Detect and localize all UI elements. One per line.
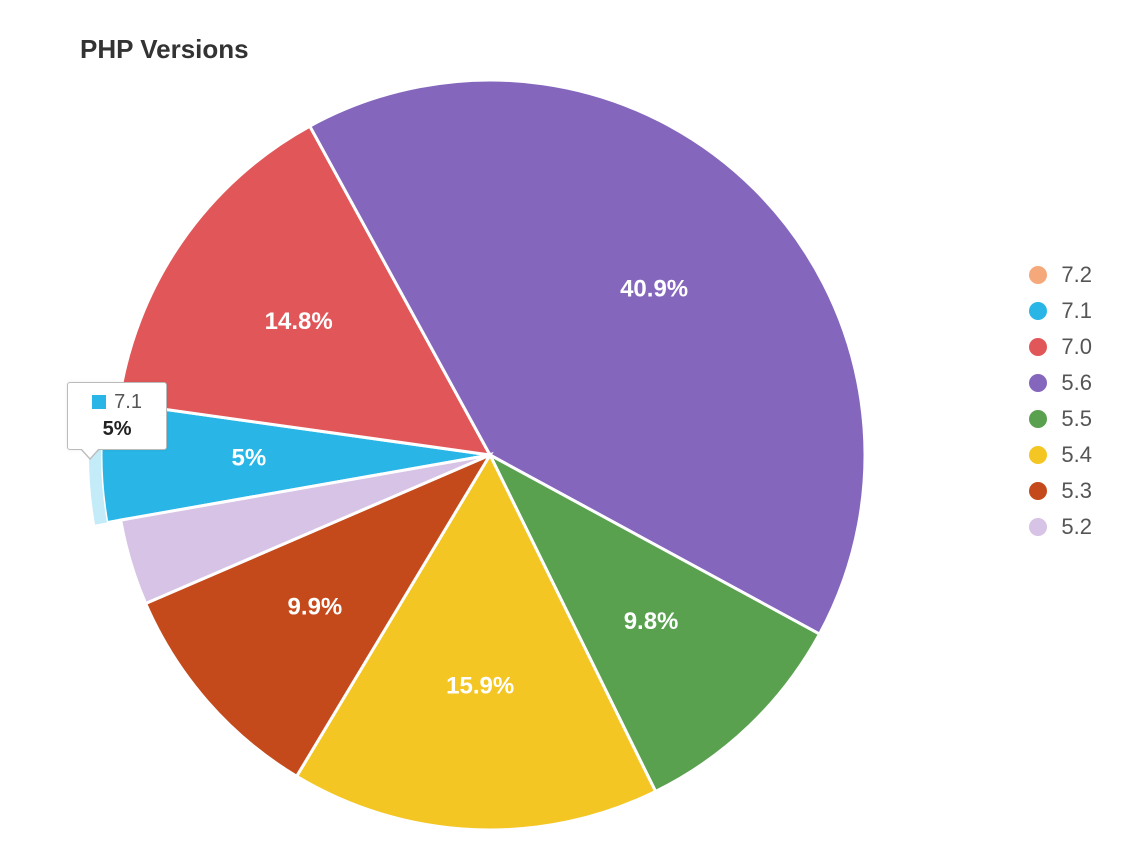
legend-label: 5.3 — [1061, 480, 1092, 502]
legend-label: 7.0 — [1061, 336, 1092, 358]
legend-item[interactable]: 7.1 — [1029, 300, 1092, 322]
legend-item[interactable]: 5.3 — [1029, 480, 1092, 502]
legend-swatch — [1029, 410, 1047, 428]
legend-label: 5.2 — [1061, 516, 1092, 538]
pie-chart: 5% 14.8% 40.9% 9.8% 15.9% 9.9% — [70, 35, 890, 855]
legend-label: 5.5 — [1061, 408, 1092, 430]
legend-swatch — [1029, 518, 1047, 536]
slice-label: 5% — [232, 445, 267, 472]
legend: 7.2 7.1 7.0 5.6 5.5 5.4 5.3 5.2 — [1029, 250, 1092, 552]
legend-label: 5.4 — [1061, 444, 1092, 466]
legend-label: 5.6 — [1061, 372, 1092, 394]
legend-swatch — [1029, 446, 1047, 464]
legend-swatch — [1029, 482, 1047, 500]
slice-label: 9.8% — [624, 608, 679, 635]
legend-item[interactable]: 5.6 — [1029, 372, 1092, 394]
legend-label: 7.1 — [1061, 300, 1092, 322]
legend-item[interactable]: 7.0 — [1029, 336, 1092, 358]
slice-label: 9.9% — [288, 593, 343, 620]
chart-container: PHP Versions 5%14.8%40.9%9.8%15.9%9.9% 7… — [0, 0, 1147, 863]
slice-label: 14.8% — [265, 308, 333, 335]
tooltip-value: 5% — [82, 418, 152, 441]
tooltip-swatch — [92, 395, 106, 409]
legend-item[interactable]: 5.5 — [1029, 408, 1092, 430]
slice-label: 15.9% — [446, 673, 514, 700]
legend-swatch — [1029, 302, 1047, 320]
slice-label: 40.9% — [620, 276, 688, 303]
legend-label: 7.2 — [1061, 264, 1092, 286]
legend-item[interactable]: 5.4 — [1029, 444, 1092, 466]
legend-swatch — [1029, 374, 1047, 392]
tooltip: 7.1 5% — [67, 382, 167, 450]
legend-item[interactable]: 5.2 — [1029, 516, 1092, 538]
legend-item[interactable]: 7.2 — [1029, 264, 1092, 286]
legend-swatch — [1029, 266, 1047, 284]
legend-swatch — [1029, 338, 1047, 356]
tooltip-series-name: 7.1 — [114, 391, 142, 414]
